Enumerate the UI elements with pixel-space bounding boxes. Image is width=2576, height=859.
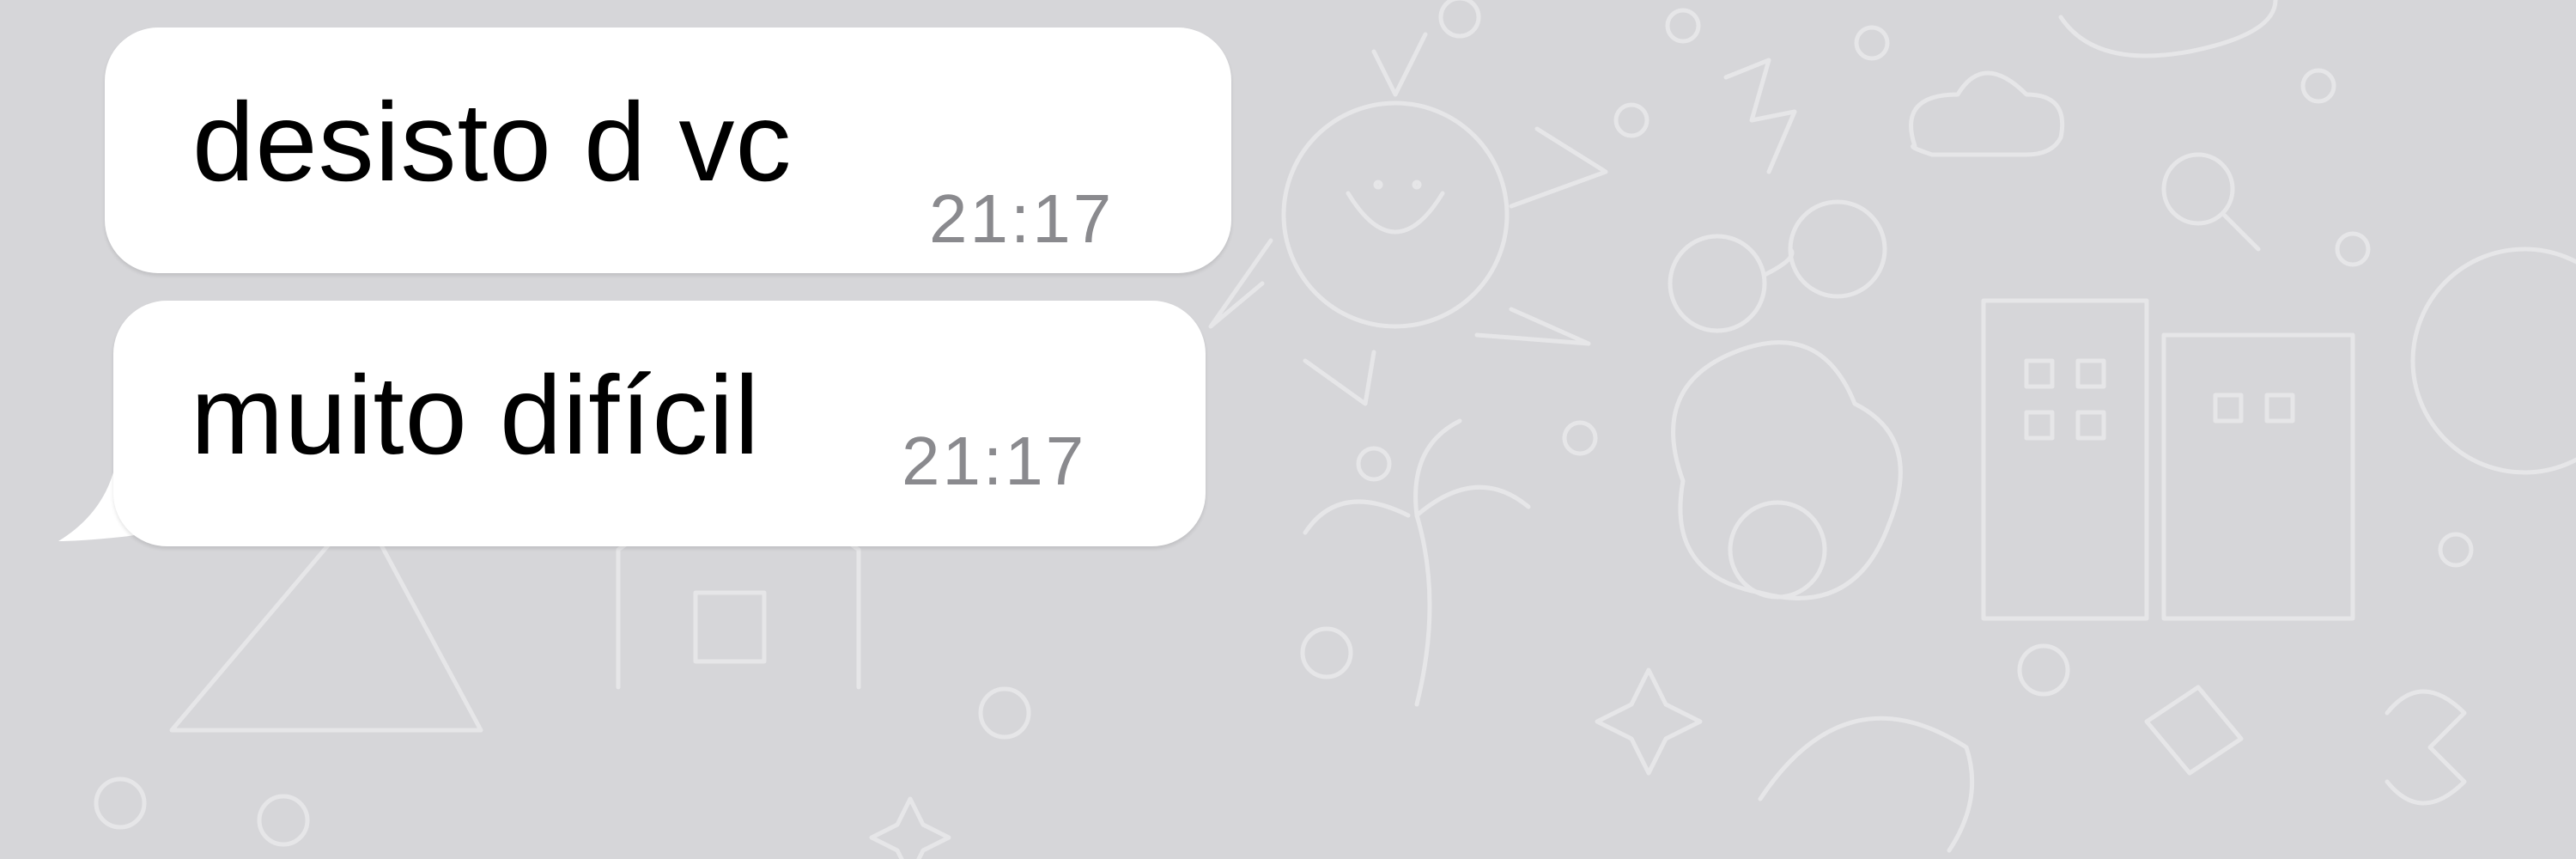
message-timestamp: 21:17 <box>902 423 1087 499</box>
message-timestamp: 21:17 <box>929 180 1115 257</box>
message-bubble[interactable]: desisto d vc 21:17 <box>105 27 1231 273</box>
message-text: muito difícil <box>191 352 761 478</box>
message-text: desisto d vc <box>192 79 793 204</box>
message-bubble[interactable]: muito difícil 21:17 <box>113 301 1206 546</box>
chat-background: desisto d vc 21:17 muito difícil 21:17 <box>0 0 2576 859</box>
